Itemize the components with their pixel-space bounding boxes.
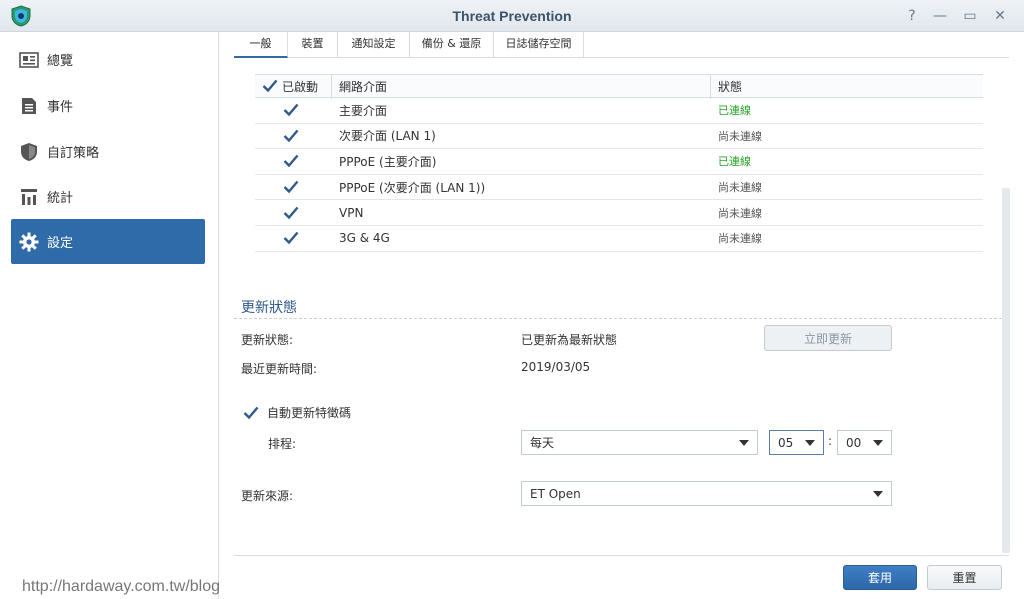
schedule-value: 每天	[530, 436, 555, 450]
footer-divider	[234, 555, 1009, 556]
watermark: http://hardaway.com.tw/blog	[22, 578, 221, 595]
title-bar: Threat Prevention ? — ▭ ✕	[0, 0, 1024, 32]
auto-update-option[interactable]: 自動更新特徵碼	[242, 404, 351, 421]
minute-value: 00	[846, 435, 862, 450]
apply-button[interactable]: 套用	[843, 565, 917, 590]
row-enabled-checkbox[interactable]	[282, 230, 299, 247]
row-enabled-cell	[282, 200, 299, 225]
hour-value: 05	[778, 435, 794, 450]
events-icon	[19, 96, 39, 116]
sidebar-item-label: 事件	[47, 100, 74, 115]
row-interface-name: 3G & 4G	[339, 231, 390, 246]
help-button[interactable]: ?	[902, 6, 922, 26]
header-interface: 網路介面	[339, 79, 388, 94]
gear-icon	[19, 232, 39, 252]
grid-body: 主要介面 已連線 次要介面 (LAN 1) 尚未連線 PPPoE (主要介面) 已連線 PP…	[255, 98, 983, 252]
chevron-down-icon	[873, 491, 883, 497]
hour-select[interactable]: 05	[769, 430, 824, 455]
schedule-label: 排程:	[268, 437, 297, 451]
section-divider	[234, 318, 1002, 319]
close-button[interactable]: ✕	[990, 6, 1010, 26]
update-now-button[interactable]: 立即更新	[764, 325, 892, 351]
last-update-value: 2019/03/05	[521, 360, 591, 374]
table-row[interactable]: 主要介面 已連線	[255, 98, 983, 124]
minimize-button[interactable]: —	[930, 6, 950, 26]
tab-general[interactable]: 一般	[234, 32, 288, 58]
sidebar-item-overview[interactable]: 總覽	[11, 37, 205, 82]
table-row[interactable]: 次要介面 (LAN 1) 尚未連線	[255, 124, 983, 150]
sidebar-item-label: 總覽	[47, 54, 74, 69]
minute-select[interactable]: 00	[837, 430, 892, 455]
row-enabled-checkbox[interactable]	[282, 127, 299, 144]
interface-grid: 已啟動 網路介面 狀態 主要介面 已連線 次要介面 (LAN 1) 尚未連線 PPPoE…	[255, 74, 983, 252]
header-enabled-label: 已啟動	[282, 79, 319, 94]
row-enabled-cell	[282, 175, 299, 200]
sidebar-item-label: 自訂策略	[47, 146, 100, 161]
overview-icon	[19, 50, 39, 70]
update-source-select[interactable]: ET Open	[521, 481, 892, 506]
row-interface-name: 次要介面 (LAN 1)	[339, 129, 436, 144]
row-status: 尚未連線	[718, 206, 762, 220]
row-enabled-checkbox[interactable]	[282, 204, 299, 221]
row-enabled-checkbox[interactable]	[282, 179, 299, 196]
update-source-label: 更新來源:	[241, 489, 294, 503]
maximize-button[interactable]: ▭	[960, 6, 980, 26]
header-enabled: 已啟動	[261, 75, 318, 97]
window-title: Threat Prevention	[452, 8, 572, 24]
stats-icon	[19, 187, 39, 207]
row-interface-name: 主要介面	[339, 103, 388, 118]
chevron-down-icon	[805, 440, 815, 446]
table-row[interactable]: 3G & 4G 尚未連線	[255, 226, 983, 252]
row-status: 尚未連線	[718, 181, 762, 195]
row-enabled-cell	[282, 98, 299, 123]
auto-update-label: 自動更新特徵碼	[267, 406, 352, 420]
table-row[interactable]: VPN 尚未連線	[255, 200, 983, 226]
update-status-value: 已更新為最新狀態	[521, 333, 618, 347]
tab-log-storage[interactable]: 日誌儲存空間	[494, 32, 584, 58]
sidebar-item-statistics[interactable]: 統計	[11, 174, 205, 219]
time-separator: :	[828, 434, 833, 448]
row-interface-name: VPN	[339, 205, 364, 220]
row-interface-name: PPPoE (次要介面 (LAN 1))	[339, 180, 486, 195]
grid-header: 已啟動 網路介面 狀態	[255, 74, 983, 99]
sidebar-item-settings[interactable]: 設定	[11, 219, 205, 264]
auto-update-checkbox[interactable]	[242, 404, 259, 421]
sidebar-item-events[interactable]: 事件	[11, 83, 205, 128]
row-status: 尚未連線	[718, 129, 762, 143]
row-interface-name: PPPoE (主要介面)	[339, 154, 437, 169]
sidebar-item-custom-policy[interactable]: 自訂策略	[11, 129, 205, 174]
sidebar-item-label: 設定	[47, 236, 74, 251]
update-status-label: 更新狀態:	[241, 333, 294, 347]
last-update-label: 最近更新時間:	[241, 362, 318, 376]
column-divider	[710, 75, 711, 99]
row-enabled-cell	[282, 226, 299, 251]
column-divider	[331, 75, 332, 99]
row-status: 尚未連線	[718, 232, 762, 246]
shield-icon	[19, 142, 39, 162]
update-section-title: 更新狀態	[241, 300, 297, 316]
chevron-down-icon	[873, 440, 883, 446]
row-enabled-checkbox[interactable]	[282, 153, 299, 170]
update-source-value: ET Open	[530, 486, 581, 501]
tab-backup-restore[interactable]: 備份 & 還原	[410, 32, 494, 58]
scrollbar[interactable]	[1002, 188, 1010, 553]
reset-button[interactable]: 重置	[927, 565, 1002, 590]
tab-bar: 一般 裝置 通知設定 備份 & 還原 日誌儲存空間	[234, 32, 1009, 58]
select-all-checkbox[interactable]	[261, 78, 278, 95]
table-row[interactable]: PPPoE (次要介面 (LAN 1)) 尚未連線	[255, 175, 983, 201]
table-row[interactable]: PPPoE (主要介面) 已連線	[255, 149, 983, 175]
row-status: 已連線	[718, 155, 751, 169]
sidebar-item-label: 統計	[47, 191, 74, 206]
chevron-down-icon	[739, 440, 749, 446]
tab-notification[interactable]: 通知設定	[338, 32, 410, 58]
tab-devices[interactable]: 裝置	[288, 32, 338, 58]
row-enabled-checkbox[interactable]	[282, 102, 299, 119]
header-status: 狀態	[718, 79, 743, 94]
row-enabled-cell	[282, 124, 299, 149]
row-status: 已連線	[718, 104, 751, 118]
sidebar: 總覽 事件 自訂策略 統計 設定	[0, 32, 219, 599]
schedule-select[interactable]: 每天	[521, 430, 758, 455]
row-enabled-cell	[282, 149, 299, 174]
